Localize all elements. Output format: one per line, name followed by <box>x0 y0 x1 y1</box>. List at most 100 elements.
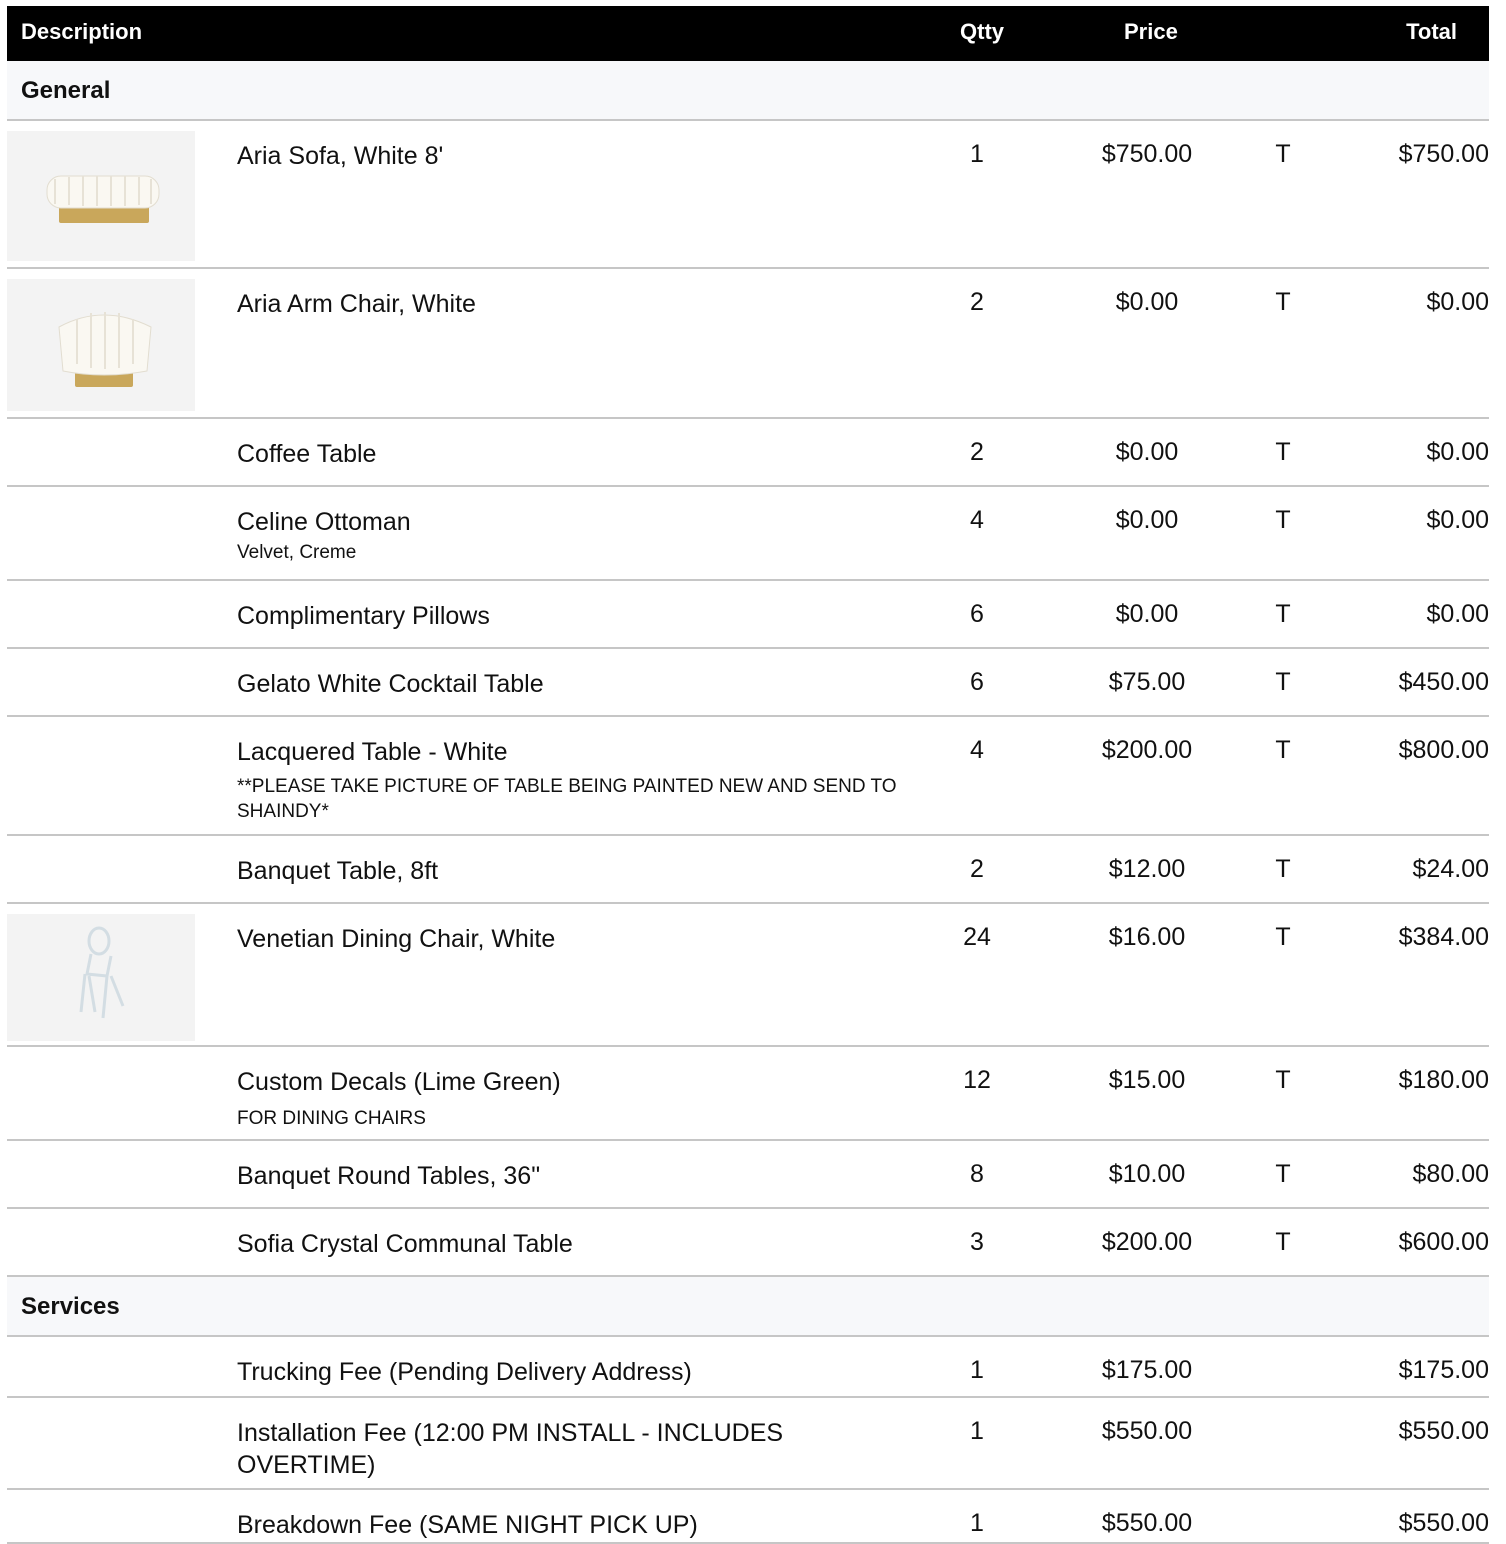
item-name: Aria Sofa, White 8' <box>237 142 444 170</box>
item-tax-flag: T <box>1275 1066 1291 1094</box>
table-row: Aria Arm Chair, White 2 $0.00 T $0.00 <box>7 269 1489 419</box>
item-total: $0.00 <box>1426 600 1489 628</box>
item-description: Installation Fee (12:00 PM INSTALL - INC… <box>237 1417 917 1481</box>
item-tax-flag: T <box>1275 506 1291 534</box>
item-description: Aria Arm Chair, White <box>237 288 917 320</box>
item-tax-flag: T <box>1275 923 1291 951</box>
item-price: $75.00 <box>1108 668 1186 696</box>
item-total: $750.00 <box>1398 140 1489 168</box>
item-note: Velvet, Creme <box>237 542 357 563</box>
item-total: $80.00 <box>1412 1160 1489 1188</box>
item-description: Sofia Crystal Communal Table <box>237 1228 917 1260</box>
dining-chair-thumbnail <box>7 914 195 1041</box>
item-price: $550.00 <box>1101 1509 1193 1537</box>
header-total: Total <box>1406 19 1457 44</box>
item-name: Installation Fee (12:00 PM INSTALL - INC… <box>237 1419 784 1479</box>
item-description: Banquet Table, 8ft <box>237 855 917 887</box>
table-row: Venetian Dining Chair, White 24 $16.00 T $38… <box>7 904 1489 1047</box>
table-row: Trucking Fee (Pending Delivery Address) 1… <box>7 1337 1489 1398</box>
header-price: Price <box>1124 19 1178 44</box>
item-name: Custom Decals (Lime Green) <box>237 1068 561 1096</box>
item-tax-flag: T <box>1275 668 1291 696</box>
item-tax-flag: T <box>1275 736 1291 764</box>
item-price: $175.00 <box>1101 1356 1193 1384</box>
section-title: Services <box>21 1293 120 1320</box>
item-total: $0.00 <box>1426 438 1489 466</box>
item-description: Coffee Table <box>237 438 917 470</box>
item-tax-flag: T <box>1275 1160 1291 1188</box>
header-qty: Qtty <box>960 19 1004 44</box>
section-header-general: General <box>7 61 1489 121</box>
section-title: General <box>21 77 111 104</box>
table-row: Custom Decals (Lime Green) FOR DINING CHA… <box>7 1047 1489 1141</box>
table-row: Coffee Table 2 $0.00 T $0.00 <box>7 419 1489 487</box>
item-description: Complimentary Pillows <box>237 600 917 632</box>
item-total: $0.00 <box>1426 288 1489 316</box>
table-row: Aria Sofa, White 8' 1 $750.00 T $750.00 <box>7 121 1489 269</box>
item-price: $12.00 <box>1108 855 1186 883</box>
table-body: General Aria Sofa, White 8' 1 $750.00 T $750.… <box>7 61 1489 1544</box>
item-tax-flag: T <box>1275 1228 1291 1256</box>
item-qty: 4 <box>970 736 984 764</box>
item-tax-flag: T <box>1275 855 1291 883</box>
item-qty: 2 <box>970 855 984 883</box>
item-price: $200.00 <box>1101 1228 1193 1256</box>
item-tax-flag: T <box>1275 438 1291 466</box>
item-name: Celine Ottoman <box>237 508 411 536</box>
item-price: $0.00 <box>1115 600 1179 628</box>
item-qty: 1 <box>970 1509 984 1537</box>
item-description: Breakdown Fee (SAME NIGHT PICK UP) <box>237 1509 917 1541</box>
item-price: $0.00 <box>1115 288 1179 316</box>
item-name: Complimentary Pillows <box>237 602 490 630</box>
item-tax-flag: T <box>1275 140 1291 168</box>
item-price: $16.00 <box>1108 923 1186 951</box>
item-qty: 6 <box>970 600 984 628</box>
item-total: $550.00 <box>1398 1417 1489 1445</box>
table-row: Banquet Round Tables, 36" 8 $10.00 T $80.00 <box>7 1141 1489 1209</box>
item-name: Sofia Crystal Communal Table <box>237 1230 573 1258</box>
item-qty: 12 <box>963 1066 991 1094</box>
item-note: **PLEASE TAKE PICTURE OF TABLE BEING PAI… <box>237 776 897 822</box>
table-header: Description Qtty Price Total <box>7 6 1489 61</box>
item-qty: 2 <box>970 438 984 466</box>
section-header-services: Services <box>7 1277 1489 1337</box>
item-description: Gelato White Cocktail Table <box>237 668 917 700</box>
item-name: Lacquered Table - White <box>237 738 508 766</box>
item-name: Coffee Table <box>237 440 377 468</box>
item-tax-flag: T <box>1275 288 1291 316</box>
item-total: $0.00 <box>1426 506 1489 534</box>
item-total: $600.00 <box>1398 1228 1489 1256</box>
item-qty: 3 <box>970 1228 984 1256</box>
item-name: Banquet Round Tables, 36" <box>237 1162 541 1190</box>
item-description: Trucking Fee (Pending Delivery Address) <box>237 1356 917 1388</box>
item-price: $550.00 <box>1101 1417 1193 1445</box>
item-qty: 2 <box>970 288 984 316</box>
armchair-thumbnail <box>7 279 195 411</box>
item-note: FOR DINING CHAIRS <box>237 1108 426 1129</box>
table-row: Complimentary Pillows 6 $0.00 T $0.00 <box>7 581 1489 649</box>
table-row: Breakdown Fee (SAME NIGHT PICK UP) 1 $550.… <box>7 1490 1489 1544</box>
item-price: $0.00 <box>1115 438 1179 466</box>
item-total: $450.00 <box>1398 668 1489 696</box>
item-qty: 6 <box>970 668 984 696</box>
item-name: Breakdown Fee (SAME NIGHT PICK UP) <box>237 1511 698 1539</box>
item-name: Venetian Dining Chair, White <box>237 925 556 953</box>
item-price: $10.00 <box>1108 1160 1186 1188</box>
item-qty: 1 <box>970 1356 984 1384</box>
table-row: Sofia Crystal Communal Table 3 $200.00 T $60… <box>7 1209 1489 1277</box>
item-price: $750.00 <box>1101 140 1193 168</box>
item-qty: 24 <box>963 923 991 951</box>
table-row: Lacquered Table - White **PLEASE TAKE PIC… <box>7 717 1489 836</box>
item-qty: 4 <box>970 506 984 534</box>
item-qty: 1 <box>970 1417 984 1445</box>
header-description: Description <box>21 19 143 44</box>
item-description: Celine Ottoman Velvet, Creme <box>237 506 917 565</box>
item-total: $180.00 <box>1398 1066 1489 1094</box>
sofa-thumbnail <box>7 131 195 261</box>
item-total: $800.00 <box>1398 736 1489 764</box>
item-name: Trucking Fee (Pending Delivery Address) <box>237 1358 692 1386</box>
item-total: $384.00 <box>1398 923 1489 951</box>
item-name: Banquet Table, 8ft <box>237 857 439 885</box>
item-qty: 8 <box>970 1160 984 1188</box>
item-qty: 1 <box>970 140 984 168</box>
